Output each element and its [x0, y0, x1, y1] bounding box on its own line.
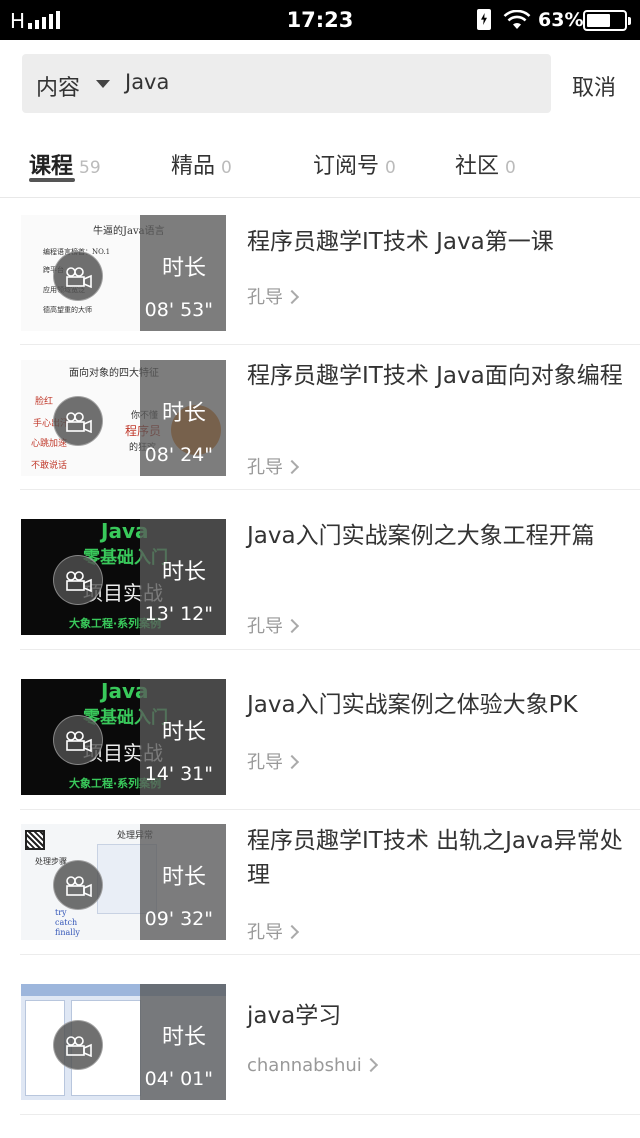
- camera-icon: [53, 860, 103, 910]
- list-item[interactable]: Java 零基础入门 项目实战 大象工程·系列案例 时长 13' 12" Jav…: [20, 490, 640, 650]
- video-thumbnail[interactable]: 牛逼的Java语言 编程语言榜首：NO.1 跨平台 应用领域宽泛 德高望重的大师…: [21, 215, 226, 331]
- author-link[interactable]: 孔导: [247, 918, 300, 944]
- slide-text: 不敢说话: [31, 461, 68, 471]
- video-thumbnail[interactable]: 面向对象的四大特征 脸红 手心出汗 心跳加速 不敢说话 你不懂 程序员 的狂欢 …: [21, 360, 226, 476]
- chevron-right-icon: [284, 459, 300, 475]
- chevron-right-icon: [284, 754, 300, 770]
- author-name: 孔导: [247, 752, 283, 773]
- tab-count: 0: [505, 158, 516, 178]
- course-title[interactable]: Java入门实战案例之大象工程开篇: [247, 519, 627, 553]
- tab-count: 59: [79, 158, 101, 178]
- course-title[interactable]: 程序员趣学IT技术 出轨之Java异常处理: [247, 824, 627, 892]
- author-link[interactable]: channabshui: [247, 1055, 378, 1076]
- chevron-right-icon: [363, 1057, 378, 1073]
- tab-label: 精品: [171, 154, 216, 179]
- tab-community[interactable]: 社区 0: [455, 148, 516, 180]
- author-link[interactable]: 孔导: [247, 748, 300, 774]
- course-title[interactable]: 程序员趣学IT技术 Java第一课: [247, 225, 627, 259]
- video-thumbnail[interactable]: 时长 04' 01": [21, 984, 226, 1100]
- duration-label: 时长: [161, 1025, 206, 1050]
- caret-down-icon[interactable]: [96, 80, 110, 88]
- author-name: 孔导: [247, 922, 283, 943]
- list-item[interactable]: 面向对象的四大特征 脸红 手心出汗 心跳加速 不敢说话 你不懂 程序员 的狂欢 …: [20, 345, 640, 490]
- author-link[interactable]: 孔导: [247, 283, 300, 309]
- search-bar[interactable]: 内容 Java: [22, 54, 551, 113]
- chevron-right-icon: [284, 924, 300, 940]
- chevron-right-icon: [284, 289, 300, 305]
- cancel-button[interactable]: 取消: [572, 70, 616, 102]
- duration-label: 时长: [161, 560, 206, 585]
- tab-courses[interactable]: 课程 59: [29, 148, 101, 180]
- tab-label: 课程: [29, 154, 74, 179]
- search-scope-select[interactable]: 内容: [36, 70, 80, 102]
- author-link[interactable]: 孔导: [247, 612, 300, 638]
- battery-percent: 63%: [538, 9, 584, 31]
- duration-value: 08' 53": [144, 299, 213, 321]
- list-item[interactable]: 牛逼的Java语言 编程语言榜首：NO.1 跨平台 应用领域宽泛 德高望重的大师…: [20, 199, 640, 345]
- camera-icon: [53, 396, 103, 446]
- video-thumbnail[interactable]: Java 零基础入门 项目实战 大象工程·系列案例 时长 13' 12": [21, 519, 226, 635]
- slide-text: catch: [55, 918, 78, 927]
- author-name: 孔导: [247, 457, 283, 478]
- video-thumbnail[interactable]: 处理异常 处理步骤 try catch finally 时长 09' 32": [21, 824, 226, 940]
- slide-text: 脸红: [35, 397, 54, 407]
- camera-icon: [53, 555, 103, 605]
- tab-label: 订阅号: [313, 154, 380, 179]
- camera-icon: [53, 251, 103, 301]
- duration-label: 时长: [161, 720, 206, 745]
- duration-label: 时长: [161, 865, 206, 890]
- duration-value: 13' 12": [144, 603, 213, 625]
- course-title[interactable]: 程序员趣学IT技术 Java面向对象编程: [247, 359, 627, 393]
- battery-fill: [587, 14, 610, 27]
- result-tabs: 课程 59 精品 0 订阅号 0 社区 0: [0, 140, 640, 198]
- list-item[interactable]: 处理异常 处理步骤 try catch finally 时长 09' 32" 程…: [20, 810, 640, 955]
- course-title[interactable]: Java入门实战案例之体验大象PK: [247, 688, 627, 722]
- active-tab-indicator: [29, 178, 75, 182]
- duration-value: 04' 01": [144, 1068, 213, 1090]
- camera-icon: [53, 715, 103, 765]
- list-item[interactable]: 时长 04' 01" java学习 channabshui: [20, 955, 640, 1115]
- charging-icon: [477, 9, 491, 30]
- video-thumbnail[interactable]: Java 零基础入门 项目实战 大象工程·系列案例 时长 14' 31": [21, 679, 226, 795]
- duration-label: 时长: [161, 256, 206, 281]
- camera-icon: [53, 1020, 103, 1070]
- tab-count: 0: [221, 158, 232, 178]
- search-input[interactable]: Java: [125, 70, 169, 94]
- tab-premium[interactable]: 精品 0: [171, 148, 232, 180]
- qr-code-icon: [25, 830, 45, 850]
- author-name: 孔导: [247, 616, 283, 637]
- tab-count: 0: [385, 158, 396, 178]
- wifi-icon: [503, 10, 531, 29]
- slide-text: try: [55, 908, 67, 917]
- author-name: channabshui: [247, 1055, 362, 1076]
- author-name: 孔导: [247, 287, 283, 308]
- list-item[interactable]: Java 零基础入门 项目实战 大象工程·系列案例 时长 14' 31" Jav…: [20, 650, 640, 810]
- duration-value: 09' 32": [144, 908, 213, 930]
- battery-icon: [583, 10, 631, 31]
- duration-value: 08' 24": [144, 444, 213, 466]
- author-link[interactable]: 孔导: [247, 453, 300, 479]
- duration-label: 时长: [161, 401, 206, 426]
- course-title[interactable]: java学习: [247, 999, 627, 1033]
- slide-text: finally: [55, 928, 80, 937]
- duration-value: 14' 31": [144, 763, 213, 785]
- tab-subscriptions[interactable]: 订阅号 0: [313, 148, 396, 180]
- chevron-right-icon: [284, 618, 300, 634]
- status-bar: H 17:23 63%: [0, 0, 640, 40]
- tab-label: 社区: [455, 154, 500, 179]
- slide-text: 德高望重的大师: [43, 306, 92, 314]
